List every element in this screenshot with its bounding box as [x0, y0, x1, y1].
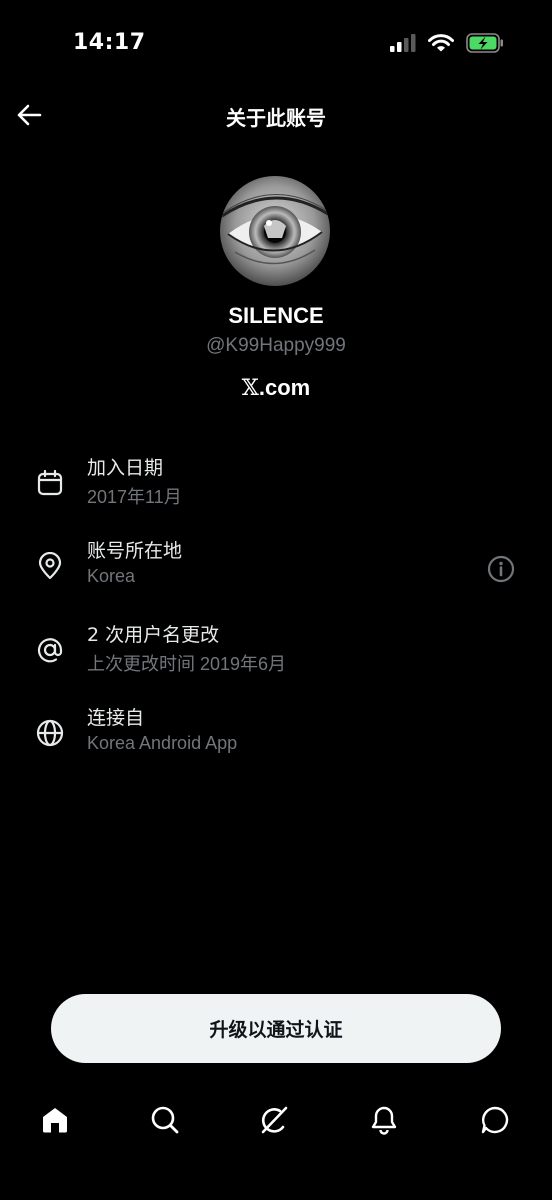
- globe-icon: [34, 717, 66, 749]
- site-suffix: .com: [258, 375, 311, 400]
- info-icon: [487, 555, 515, 583]
- info-title: 连接自: [87, 707, 145, 729]
- messages-icon: [481, 1106, 509, 1134]
- grok-icon: [261, 1106, 288, 1134]
- status-bar: 14:17: [0, 0, 552, 90]
- site-link[interactable]: 𝕏.com: [0, 375, 552, 401]
- info-value: Korea Android App: [87, 733, 238, 753]
- tab-search[interactable]: [145, 1100, 185, 1140]
- location-info-button[interactable]: [486, 554, 516, 584]
- signal-icon: [390, 34, 416, 56]
- tab-notifications[interactable]: [364, 1100, 404, 1140]
- tab-messages[interactable]: [475, 1100, 515, 1140]
- info-value: 2017年11月: [87, 487, 182, 507]
- nav-header: 关于此账号: [0, 90, 552, 142]
- calendar-icon: [34, 467, 66, 499]
- info-title: 账号所在地: [87, 540, 183, 562]
- get-verified-button[interactable]: 升级以通过认证: [51, 994, 501, 1063]
- wifi-icon: [428, 33, 454, 57]
- at-sign-icon: [34, 634, 66, 666]
- info-row-username-changes: 2 次用户名更改 上次更改时间 2019年6月: [0, 620, 552, 690]
- battery-charging-icon: [466, 33, 504, 57]
- x-logo-icon: 𝕏: [241, 376, 259, 401]
- info-row-joined: 加入日期 2017年11月: [0, 453, 552, 523]
- info-title: 加入日期: [87, 457, 164, 479]
- info-value: Korea: [87, 566, 136, 586]
- user-handle: @K99Happy999: [206, 335, 346, 356]
- avatar[interactable]: [220, 176, 330, 286]
- info-row-location: 账号所在地 Korea: [0, 536, 552, 606]
- status-icons: [390, 33, 504, 57]
- search-icon: [151, 1106, 179, 1134]
- tab-home[interactable]: [35, 1100, 75, 1140]
- notifications-icon: [371, 1106, 397, 1135]
- info-title: 2 次用户名更改: [87, 624, 220, 646]
- status-time: 14:17: [73, 30, 146, 55]
- location-pin-icon: [34, 550, 66, 582]
- home-icon: [43, 1108, 67, 1133]
- info-value: 上次更改时间 2019年6月: [87, 654, 287, 674]
- bottom-tab-bar: [0, 1090, 552, 1150]
- tab-grok[interactable]: [254, 1100, 294, 1140]
- display-name: SILENCE: [228, 303, 324, 328]
- page-title: 关于此账号: [226, 106, 326, 130]
- info-row-connected-via: 连接自 Korea Android App: [0, 703, 552, 773]
